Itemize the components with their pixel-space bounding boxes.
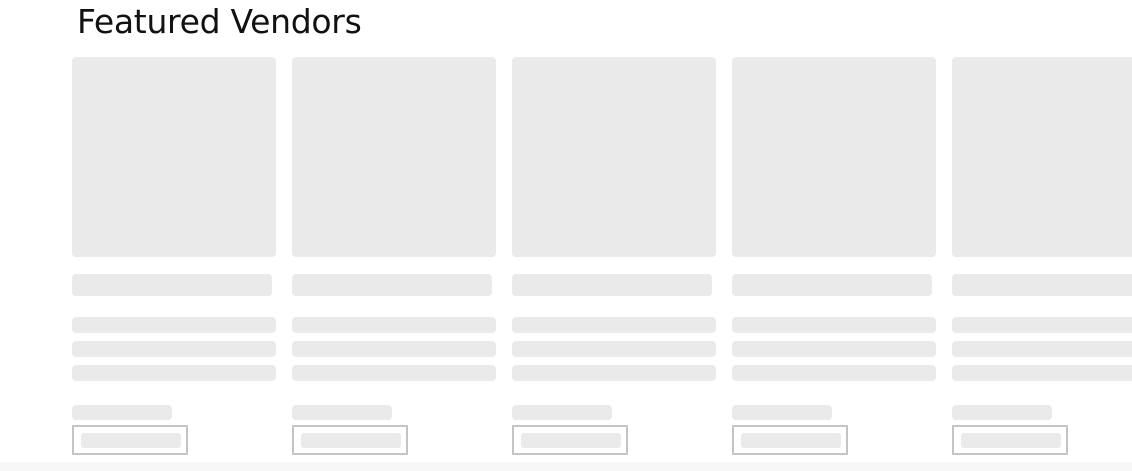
vendor-name-placeholder bbox=[512, 274, 712, 296]
button-label-placeholder bbox=[301, 433, 401, 448]
vendor-image-placeholder bbox=[732, 57, 936, 257]
featured-vendors-heading: Featured Vendors bbox=[77, 2, 362, 41]
vendor-description-placeholder bbox=[952, 341, 1132, 357]
vendor-description-placeholder bbox=[292, 317, 496, 333]
vendor-meta-placeholder bbox=[732, 405, 832, 420]
vendor-card-skeleton[interactable] bbox=[732, 57, 936, 471]
vendor-action-button-placeholder[interactable] bbox=[732, 425, 848, 455]
vendor-card-skeleton[interactable] bbox=[72, 57, 276, 471]
vendor-description-placeholder bbox=[292, 341, 496, 357]
vendor-action-button-placeholder[interactable] bbox=[952, 425, 1068, 455]
button-label-placeholder bbox=[521, 433, 621, 448]
vendor-image-placeholder bbox=[72, 57, 276, 257]
section-footer-strip bbox=[0, 462, 1132, 471]
vendor-card-skeleton[interactable] bbox=[952, 57, 1132, 471]
vendor-description-placeholder bbox=[732, 317, 936, 333]
vendor-description-placeholder bbox=[952, 365, 1132, 381]
vendor-description-placeholder bbox=[512, 341, 716, 357]
vendor-description-placeholder bbox=[72, 317, 276, 333]
vendor-name-placeholder bbox=[952, 274, 1132, 296]
vendor-action-button-placeholder[interactable] bbox=[512, 425, 628, 455]
vendor-card-skeleton[interactable] bbox=[512, 57, 716, 471]
vendor-description-placeholder bbox=[72, 365, 276, 381]
vendor-meta-placeholder bbox=[512, 405, 612, 420]
vendor-meta-placeholder bbox=[952, 405, 1052, 420]
vendor-image-placeholder bbox=[952, 57, 1132, 257]
vendor-description-placeholder bbox=[952, 317, 1132, 333]
vendor-action-button-placeholder[interactable] bbox=[292, 425, 408, 455]
vendor-description-placeholder bbox=[72, 341, 276, 357]
vendor-meta-placeholder bbox=[72, 405, 172, 420]
vendor-image-placeholder bbox=[512, 57, 716, 257]
vendor-description-placeholder bbox=[732, 365, 936, 381]
vendor-description-placeholder bbox=[512, 365, 716, 381]
button-label-placeholder bbox=[961, 433, 1061, 448]
vendor-name-placeholder bbox=[292, 274, 492, 296]
vendor-description-placeholder bbox=[292, 365, 496, 381]
vendor-description-placeholder bbox=[732, 341, 936, 357]
vendor-card-skeleton[interactable] bbox=[292, 57, 496, 471]
vendor-image-placeholder bbox=[292, 57, 496, 257]
vendor-action-button-placeholder[interactable] bbox=[72, 425, 188, 455]
vendor-name-placeholder bbox=[72, 274, 272, 296]
vendor-description-placeholder bbox=[512, 317, 716, 333]
vendor-meta-placeholder bbox=[292, 405, 392, 420]
vendor-name-placeholder bbox=[732, 274, 932, 296]
button-label-placeholder bbox=[81, 433, 181, 448]
button-label-placeholder bbox=[741, 433, 841, 448]
